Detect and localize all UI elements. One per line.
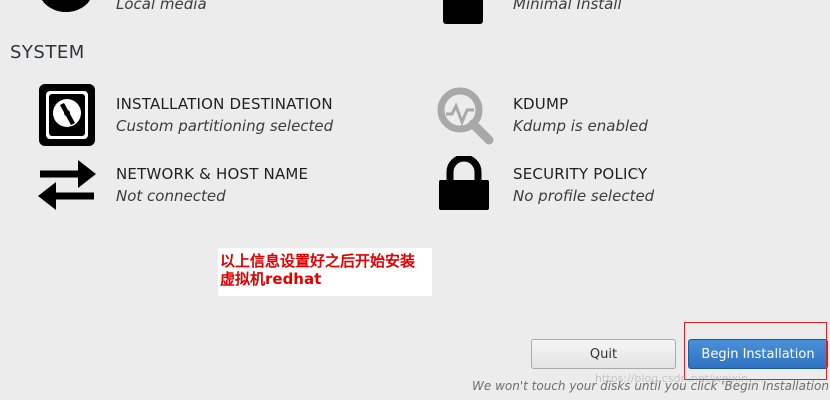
package-icon [443, 0, 483, 24]
network-host-name-title[interactable]: NETWORK & HOST NAME [116, 165, 308, 183]
annotation-line-2: 虚拟机redhat [220, 270, 322, 288]
section-heading-system: SYSTEM [10, 42, 85, 63]
begin-installation-button[interactable]: Begin Installation [688, 339, 828, 369]
kdump-status: Kdump is enabled [513, 117, 648, 135]
quit-button[interactable]: Quit [531, 339, 676, 369]
watermark: https://blog.csdn.net/weixin_... [595, 372, 765, 385]
annotation-line-1: 以上信息设置好之后开始安装 [220, 252, 416, 270]
installation-destination-title[interactable]: INSTALLATION DESTINATION [116, 95, 333, 113]
local-media-status: Local media [116, 0, 207, 13]
disc-icon [38, 0, 94, 20]
security-policy-status: No profile selected [513, 187, 655, 205]
magnifier-icon[interactable] [436, 86, 494, 150]
software-selection-status: Minimal Install [513, 0, 622, 13]
padlock-icon[interactable] [438, 154, 490, 216]
hard-disk-icon[interactable] [38, 83, 96, 153]
network-host-name-status: Not connected [116, 187, 226, 205]
installation-destination-status: Custom partitioning selected [116, 117, 334, 135]
security-policy-title[interactable]: SECURITY POLICY [513, 165, 647, 183]
kdump-title[interactable]: KDUMP [513, 95, 568, 113]
annotation-note: 以上信息设置好之后开始安装 虚拟机redhat [218, 248, 432, 296]
network-arrows-icon[interactable] [36, 156, 98, 218]
